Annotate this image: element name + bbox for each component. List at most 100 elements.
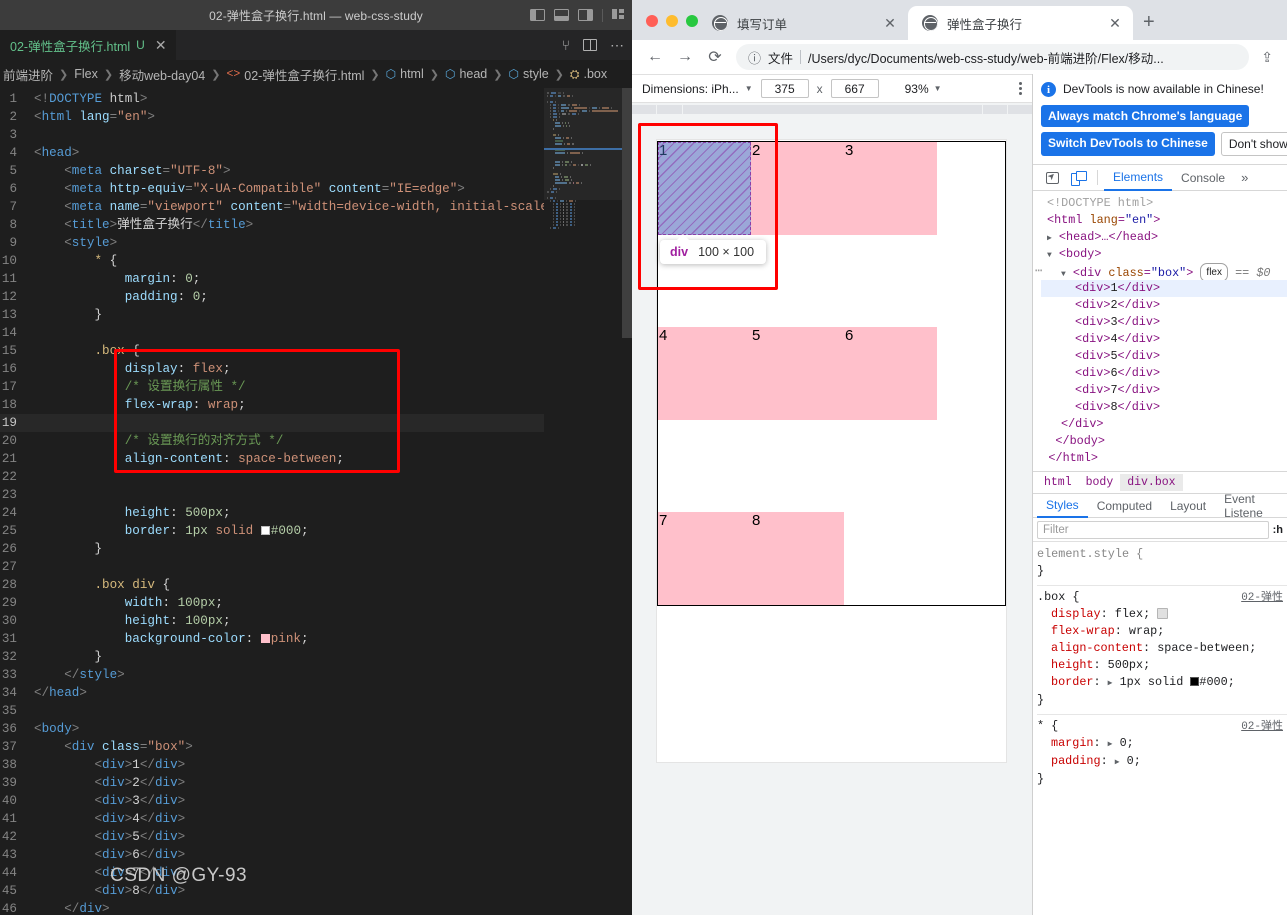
dom-node[interactable]: ▼ <body> xyxy=(1041,246,1287,263)
device-toggle-icon[interactable] xyxy=(1065,166,1091,190)
code-line[interactable]: 7 <meta name="viewport" content="width=d… xyxy=(0,198,632,216)
expand-triangle-icon[interactable]: ▶ xyxy=(1115,758,1120,767)
breadcrumb-item-4[interactable]: ⬡ html xyxy=(385,67,425,81)
code-line[interactable]: 18 flex-wrap: wrap; xyxy=(0,396,632,414)
css-source-link[interactable]: 02-弹性 xyxy=(1241,719,1283,736)
code-line[interactable]: 34 </head> xyxy=(0,684,632,702)
flex-item-3[interactable]: 3 xyxy=(844,142,937,235)
code-line[interactable]: 1 <!DOCTYPE html> xyxy=(0,90,632,108)
code-line[interactable]: 40 <div>3</div> xyxy=(0,792,632,810)
code-editor[interactable]: 1 <!DOCTYPE html> 2 <html lang="en"> 3 4 <head… xyxy=(0,88,632,915)
disclosure-triangle-icon[interactable]: ▼ xyxy=(1061,270,1066,279)
code-line[interactable]: 43 <div>6</div> xyxy=(0,846,632,864)
minimap[interactable] xyxy=(544,88,622,915)
flex-editor-icon[interactable] xyxy=(1157,608,1169,619)
styles-tab-event-listene[interactable]: Event Listene xyxy=(1215,492,1287,520)
code-line[interactable]: 28 .box div { xyxy=(0,576,632,594)
code-line[interactable]: 46 </div> xyxy=(0,900,632,915)
code-line[interactable]: 33 </style> xyxy=(0,666,632,684)
code-line[interactable]: 24 height: 500px; xyxy=(0,504,632,522)
dom-crumb-html[interactable]: html xyxy=(1037,474,1079,491)
dom-node[interactable]: <html lang="en"> xyxy=(1041,212,1287,229)
panel-right-icon[interactable] xyxy=(578,9,593,21)
code-line[interactable]: 42 <div>5</div> xyxy=(0,828,632,846)
dom-node[interactable]: <div>4</div> xyxy=(1041,331,1287,348)
styles-tab-layout[interactable]: Layout xyxy=(1161,494,1215,518)
always-match-language-button[interactable]: Always match Chrome's language xyxy=(1041,105,1250,127)
dom-crumb-body[interactable]: body xyxy=(1079,474,1121,491)
code-line[interactable]: 19 xyxy=(0,414,632,432)
code-line[interactable]: 8 <title>弹性盒子换行</title> xyxy=(0,216,632,234)
close-icon[interactable]: ✕ xyxy=(882,16,898,30)
more-actions-icon[interactable]: ⋯ xyxy=(610,38,624,52)
editor-tab-active[interactable]: 02-弹性盒子换行.html U ✕ xyxy=(0,30,176,60)
dom-node[interactable]: <div>7</div> xyxy=(1041,382,1287,399)
code-line[interactable]: 25 border: 1px solid #000; xyxy=(0,522,632,540)
back-icon[interactable]: ← xyxy=(640,43,670,71)
code-line[interactable]: 26 } xyxy=(0,540,632,558)
dom-node[interactable]: <!DOCTYPE html> xyxy=(1041,195,1287,212)
panel-bottom-icon[interactable] xyxy=(554,9,569,21)
dom-node[interactable]: ▶ <head>…</head> xyxy=(1041,229,1287,246)
code-line[interactable]: 5 <meta charset="UTF-8"> xyxy=(0,162,632,180)
code-line[interactable]: 35 xyxy=(0,702,632,720)
styles-tab-computed[interactable]: Computed xyxy=(1088,494,1161,518)
code-line[interactable]: 15 .box { xyxy=(0,342,632,360)
dont-show-again-button[interactable]: Don't show ag xyxy=(1220,132,1287,156)
breadcrumb-item-5[interactable]: ⬡ head xyxy=(444,67,488,81)
dom-node[interactable]: </div> xyxy=(1041,416,1287,433)
device-zoom-select[interactable]: 93% ▼ xyxy=(905,82,942,96)
code-line[interactable]: 29 width: 100px; xyxy=(0,594,632,612)
device-dimensions-select[interactable]: Dimensions: iPh... ▼ xyxy=(642,82,753,96)
css-declaration[interactable]: height: 500px; xyxy=(1037,657,1287,674)
css-declaration[interactable]: border: ▶ 1px solid #000; xyxy=(1037,674,1287,692)
code-line[interactable]: 17 /* 设置换行属性 */ xyxy=(0,378,632,396)
code-line[interactable]: 30 height: 100px; xyxy=(0,612,632,630)
browser-tab-1[interactable]: 填写订单 ✕ xyxy=(698,6,908,40)
source-control-icon[interactable]: ⑂ xyxy=(562,38,570,52)
flex-item-5[interactable]: 5 xyxy=(751,327,844,420)
editor-scrollbar-thumb[interactable] xyxy=(622,88,632,338)
browser-tab-2[interactable]: 弹性盒子换行 ✕ xyxy=(908,6,1133,40)
code-line[interactable]: 22 xyxy=(0,468,632,486)
kebab-menu-icon[interactable] xyxy=(1019,82,1022,95)
code-line[interactable]: 3 xyxy=(0,126,632,144)
dom-node[interactable]: <div>5</div> xyxy=(1041,348,1287,365)
layout-grid-icon[interactable] xyxy=(612,9,626,21)
share-icon[interactable]: ⇪ xyxy=(1255,49,1279,66)
breadcrumb-item-7[interactable]: ⛭ .box xyxy=(569,67,608,82)
flex-item-8[interactable]: 8 xyxy=(751,512,844,605)
css-declaration[interactable]: display: flex; xyxy=(1037,606,1287,623)
flex-item-7[interactable]: 7 xyxy=(658,512,751,605)
editor-scrollbar[interactable] xyxy=(622,88,632,915)
close-window-button[interactable] xyxy=(646,15,658,27)
code-line[interactable]: 37 <div class="box"> xyxy=(0,738,632,756)
disclosure-triangle-icon[interactable]: ▼ xyxy=(1047,251,1052,260)
code-line[interactable]: 20 /* 设置换行的对齐方式 */ xyxy=(0,432,632,450)
code-line[interactable]: 41 <div>4</div> xyxy=(0,810,632,828)
breadcrumb-item-1[interactable]: Flex xyxy=(73,67,99,81)
dom-node[interactable]: <div>6</div> xyxy=(1041,365,1287,382)
code-line[interactable]: 36 <body> xyxy=(0,720,632,738)
dom-node[interactable]: <div>2</div> xyxy=(1041,297,1287,314)
reload-icon[interactable]: ⟳ xyxy=(700,43,730,71)
close-icon[interactable]: ✕ xyxy=(1107,16,1123,30)
breadcrumb-item-0[interactable]: 前端进阶 xyxy=(2,65,54,84)
inspect-element-icon[interactable] xyxy=(1039,166,1065,190)
code-line[interactable]: 16 display: flex; xyxy=(0,360,632,378)
code-line[interactable]: 39 <div>2</div> xyxy=(0,774,632,792)
dom-node[interactable]: </html> xyxy=(1041,450,1287,467)
dom-crumb-div-box[interactable]: div.box xyxy=(1120,474,1183,491)
code-line[interactable]: 6 <meta http-equiv="X-UA-Compatible" con… xyxy=(0,180,632,198)
expand-triangle-icon[interactable]: ▶ xyxy=(1108,740,1113,749)
disclosure-triangle-icon[interactable]: ▶ xyxy=(1047,234,1052,243)
flex-item-6[interactable]: 6 xyxy=(844,327,937,420)
code-line[interactable]: 32 } xyxy=(0,648,632,666)
breadcrumb-item-3[interactable]: <> 02-弹性盒子换行.html xyxy=(225,65,365,84)
expand-triangle-icon[interactable]: ▶ xyxy=(1108,679,1113,688)
css-rule-selector[interactable]: .box {02-弹性 xyxy=(1037,589,1287,606)
tab-elements[interactable]: Elements xyxy=(1104,165,1173,191)
flex-item-1[interactable]: 1 xyxy=(658,142,751,235)
code-line[interactable]: 31 background-color: pink; xyxy=(0,630,632,648)
code-line[interactable]: 2 <html lang="en"> xyxy=(0,108,632,126)
